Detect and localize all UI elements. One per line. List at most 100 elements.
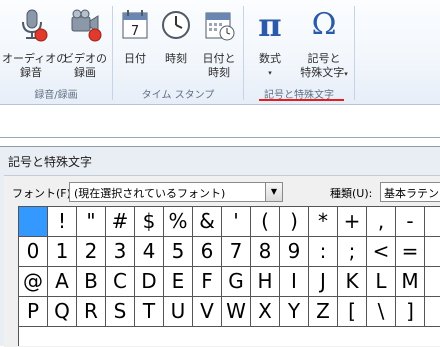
symbol-cell[interactable]: = xyxy=(396,237,425,266)
symbol-cell[interactable]: $ xyxy=(135,207,164,236)
group-label-timestamp: タイム スタンプ xyxy=(141,90,215,101)
pi-icon: π xyxy=(258,6,282,44)
symbol-cell[interactable]: V xyxy=(193,297,222,326)
equation-button[interactable]: π 数式 ▾ xyxy=(248,8,292,84)
record-video-label-1: ビデオの xyxy=(63,52,107,65)
group-label-recording: 録音/録画 xyxy=(34,90,78,101)
font-select-value: (現在選択されているフォント) xyxy=(74,187,226,200)
symbol-grid: ! " # $% & '() * +, -0 1 2 3 4 5 6 7 8 9:; < = @ A B C D E F G H I J K L… xyxy=(18,206,440,346)
symbol-cell[interactable]: A xyxy=(48,267,77,296)
symbol-cell[interactable]: P xyxy=(19,297,48,326)
symbol-cell[interactable]: 9 xyxy=(280,237,309,266)
calendar-clock-icon xyxy=(205,12,235,41)
date-and-time-button[interactable]: 日付と 時刻 xyxy=(197,8,241,84)
chevron-down-icon: ▾ xyxy=(344,70,348,78)
kind-label: 種類(U): xyxy=(330,187,373,200)
symbol-cell[interactable]: 3 xyxy=(106,237,135,266)
content-gap xyxy=(0,105,440,138)
symbol-cell[interactable]: K xyxy=(338,267,367,296)
date-label: 日付 xyxy=(124,52,146,65)
symbol-cell[interactable]: 2 xyxy=(77,237,106,266)
symbol-cell[interactable]: 0 xyxy=(19,237,48,266)
symbol-cell[interactable]: F xyxy=(193,267,222,296)
symbol-cell[interactable] xyxy=(19,207,48,236)
date-and-time-label-2: 時刻 xyxy=(208,66,230,79)
symbol-cell[interactable]: I xyxy=(280,267,309,296)
record-audio-label-1: オーディオの xyxy=(2,52,68,65)
symbol-cell[interactable]: E xyxy=(164,267,193,296)
symbol-cell[interactable]: 4 xyxy=(135,237,164,266)
symbol-cell[interactable]: L xyxy=(367,267,396,296)
symbol-cell[interactable]: X xyxy=(251,297,280,326)
font-select[interactable]: (現在選択されているフォント) ▼ xyxy=(69,182,283,202)
symbol-cell[interactable]: 6 xyxy=(193,237,222,266)
symbol-cell[interactable]: ! xyxy=(48,207,77,236)
symbol-cell[interactable]: " xyxy=(77,207,106,236)
symbol-cell[interactable]: Q xyxy=(48,297,77,326)
highlight-underline xyxy=(259,99,344,101)
symbol-cell[interactable]: J xyxy=(309,267,338,296)
group-recording: オーディオの 録音 ビデオの 録画 録音/録画 xyxy=(0,0,112,104)
symbol-cell[interactable]: 7 xyxy=(222,237,251,266)
symbol-row: 0 1 2 3 4 5 6 7 8 9:; < = xyxy=(19,237,440,267)
microphone-icon xyxy=(22,9,48,42)
symbol-cell[interactable]: - xyxy=(396,207,425,236)
symbol-cell[interactable]: + xyxy=(338,207,367,236)
kind-select-value: 基本ラテン xyxy=(384,187,439,200)
symbol-cell[interactable]: H xyxy=(251,267,280,296)
kind-select[interactable]: 基本ラテン xyxy=(380,182,440,202)
symbol-cell[interactable]: % xyxy=(164,207,193,236)
symbol-cell[interactable]: R xyxy=(77,297,106,326)
symbol-cell[interactable]: C xyxy=(106,267,135,296)
ribbon-separator xyxy=(354,6,355,100)
symbol-cell[interactable]: G xyxy=(222,267,251,296)
symbol-row: ! " # $% & '() * +, - xyxy=(19,207,440,237)
time-label: 時刻 xyxy=(165,52,187,65)
symbol-cell[interactable]: : xyxy=(309,237,338,266)
symbol-cell[interactable]: ; xyxy=(338,237,367,266)
symbol-button[interactable]: Ω 記号と 特殊文字▾ xyxy=(294,8,354,84)
symbol-cell[interactable]: B xyxy=(77,267,106,296)
symbol-cell[interactable]: D xyxy=(135,267,164,296)
record-video-button[interactable]: ビデオの 録画 xyxy=(60,8,110,84)
symbol-cell[interactable]: \ xyxy=(367,297,396,326)
symbol-cell[interactable]: M xyxy=(396,267,425,296)
symbol-cell[interactable]: 1 xyxy=(48,237,77,266)
symbol-cell[interactable]: S xyxy=(106,297,135,326)
symbol-cell[interactable]: ] xyxy=(396,297,425,326)
font-label: フォント(F): xyxy=(12,187,75,200)
dialog-title: 記号と特殊文字 xyxy=(8,155,93,169)
symbol-cell[interactable]: U xyxy=(164,297,193,326)
symbol-cell[interactable]: Y xyxy=(280,297,309,326)
symbol-cell[interactable]: * xyxy=(309,207,338,236)
symbol-cell[interactable]: ) xyxy=(280,207,309,236)
omega-icon: Ω xyxy=(311,7,337,42)
calendar-icon: 7 xyxy=(122,10,148,39)
symbol-cell[interactable]: < xyxy=(367,237,396,266)
symbol-cell[interactable]: & xyxy=(193,207,222,236)
dropdown-arrow-icon[interactable]: ▼ xyxy=(265,183,282,201)
date-and-time-label-1: 日付と xyxy=(202,52,236,65)
symbol-cell[interactable]: ' xyxy=(222,207,251,236)
record-audio-label-2: 録音 xyxy=(20,66,42,79)
symbol-cell[interactable]: Z xyxy=(309,297,338,326)
symbol-cell[interactable]: @ xyxy=(19,267,48,296)
symbol-cell[interactable]: , xyxy=(367,207,396,236)
record-audio-button[interactable]: オーディオの 録音 xyxy=(2,8,68,84)
video-camera-icon xyxy=(71,9,102,42)
symbol-cell[interactable]: # xyxy=(106,207,135,236)
symbol-cell[interactable]: 5 xyxy=(164,237,193,266)
symbol-label-2: 特殊文字 xyxy=(300,66,345,79)
group-symbols: π 数式 ▾ Ω 記号と 特殊文字▾ 記号と特殊文字 xyxy=(244,0,354,104)
symbol-cell[interactable]: T xyxy=(135,297,164,326)
equation-label: 数式 xyxy=(259,52,281,65)
time-button[interactable]: 時刻 xyxy=(156,8,196,84)
svg-text:7: 7 xyxy=(131,24,139,39)
symbol-cell[interactable]: 8 xyxy=(251,237,280,266)
date-button[interactable]: 7 日付 xyxy=(115,8,155,84)
symbol-cell[interactable]: [ xyxy=(338,297,367,326)
symbol-cell[interactable]: W xyxy=(222,297,251,326)
ribbon: オーディオの 録音 ビデオの 録画 録音/録画 7 日付 時刻 日付と 時刻 タ… xyxy=(0,0,440,105)
symbol-cell[interactable]: ( xyxy=(251,207,280,236)
symbol-row: P Q R S T U V W X Y Z[\] xyxy=(19,297,440,327)
